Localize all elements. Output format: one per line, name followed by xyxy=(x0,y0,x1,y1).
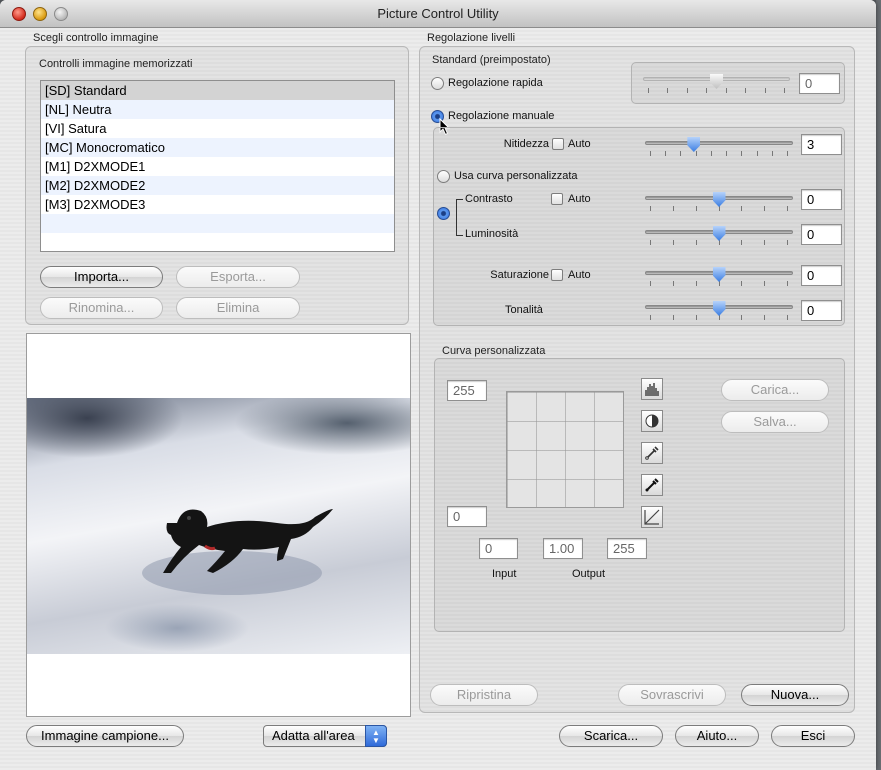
bracket-top xyxy=(456,199,463,200)
list-item[interactable]: [M3] D2XMODE3 xyxy=(41,195,394,214)
sharpness-value[interactable]: 3 xyxy=(801,134,842,155)
use-custom-curve-label: Usa curva personalizzata xyxy=(454,170,578,182)
white-eyedropper-icon[interactable] xyxy=(641,442,663,464)
save-curve-button[interactable]: Salva... xyxy=(721,411,829,433)
title-bar[interactable]: Picture Control Utility xyxy=(0,0,876,28)
load-curve-button[interactable]: Carica... xyxy=(721,379,829,401)
sharpness-label: Nitidezza xyxy=(503,138,549,150)
saturation-label: Saturazione xyxy=(490,269,549,281)
help-button[interactable]: Aiuto... xyxy=(675,725,759,747)
gamma-value[interactable]: 1.00 xyxy=(543,538,583,559)
download-button[interactable]: Scarica... xyxy=(559,725,663,747)
list-item xyxy=(41,233,394,251)
contrast-label: Contrasto xyxy=(465,193,513,205)
delete-button[interactable]: Elimina xyxy=(176,297,300,319)
saturation-auto-checkbox[interactable] xyxy=(551,269,563,281)
quick-adjust-box: 0 xyxy=(631,62,845,104)
import-button[interactable]: Importa... xyxy=(40,266,163,288)
new-button[interactable]: Nuova... xyxy=(741,684,849,706)
stored-controls-title: Controlli immagine memorizzati xyxy=(39,58,193,70)
black-eyedropper-icon[interactable] xyxy=(641,474,663,496)
dog-in-snow-image xyxy=(142,509,333,595)
manual-adjust-label: Regolazione manuale xyxy=(448,110,555,122)
preset-subtitle: Standard (preimpostato) xyxy=(432,54,551,66)
contrast-toggle-icon[interactable] xyxy=(641,410,663,432)
select-arrows-icon: ▲ ▼ xyxy=(365,725,387,747)
rename-button[interactable]: Rinomina... xyxy=(40,297,163,319)
input-black-point[interactable]: 0 xyxy=(479,538,518,559)
exit-button[interactable]: Esci xyxy=(771,725,855,747)
contrast-value[interactable]: 0 xyxy=(801,189,842,210)
sharpness-slider[interactable] xyxy=(645,141,793,145)
linear-curve-icon[interactable] xyxy=(641,506,663,528)
sharpness-auto-checkbox[interactable] xyxy=(552,138,564,150)
background-desktop xyxy=(876,0,881,770)
list-item[interactable]: [SD] Standard xyxy=(41,81,394,100)
export-button[interactable]: Esporta... xyxy=(176,266,300,288)
sample-image-preview xyxy=(26,333,411,717)
histogram-icon[interactable] xyxy=(641,378,663,400)
left-section-title: Scegli controllo immagine xyxy=(33,32,159,44)
list-item[interactable]: [M2] D2XMODE2 xyxy=(41,176,394,195)
sample-image-button[interactable]: Immagine campione... xyxy=(26,725,184,747)
custom-curve-title: Curva personalizzata xyxy=(442,345,546,357)
stored-controls-list[interactable]: [SD] Standard [NL] Neutra [VI] Satura [MC] … xyxy=(40,80,395,252)
list-item[interactable]: [VI] Satura xyxy=(41,119,394,138)
contrast-auto-label: Auto xyxy=(568,193,591,205)
quick-adjust-label: Regolazione rapida xyxy=(448,77,543,89)
overwrite-button[interactable]: Sovrascrivi xyxy=(618,684,726,706)
fit-option-value: Adatta all'area xyxy=(272,728,355,743)
brightness-value[interactable]: 0 xyxy=(801,224,842,245)
quick-adjust-value[interactable]: 0 xyxy=(799,73,840,94)
quick-adjust-thumb[interactable] xyxy=(710,74,723,89)
window-title: Picture Control Utility xyxy=(377,6,499,21)
picture-control-window: Picture Control Utility Scegli controllo… xyxy=(0,0,876,770)
brightness-label: Luminosità xyxy=(465,228,519,240)
curve-output-max[interactable]: 255 xyxy=(447,380,487,401)
curve-graph[interactable] xyxy=(506,391,624,508)
output-label: Output xyxy=(572,568,606,580)
hue-value[interactable]: 0 xyxy=(801,300,842,321)
sharpness-ticks xyxy=(650,151,788,157)
input-white-point[interactable]: 255 xyxy=(607,538,647,559)
right-section-title: Regolazione livelli xyxy=(427,32,516,44)
input-label: Input xyxy=(492,568,517,580)
fit-option-select[interactable]: Adatta all'area ▲ ▼ xyxy=(263,725,387,747)
bracket-line xyxy=(456,199,457,235)
sharpness-auto-label: Auto xyxy=(568,138,591,150)
curve-output-min[interactable]: 0 xyxy=(447,506,487,527)
bracket-bottom xyxy=(456,235,463,236)
list-item[interactable]: [M1] D2XMODE1 xyxy=(41,157,394,176)
list-item[interactable]: [MC] Monocromatico xyxy=(41,138,394,157)
list-item xyxy=(41,214,394,233)
use-custom-curve-radio[interactable] xyxy=(437,170,450,183)
contrast-brightness-radio[interactable] xyxy=(437,207,450,220)
quick-adjust-radio[interactable] xyxy=(431,77,444,90)
list-item[interactable]: [NL] Neutra xyxy=(41,100,394,119)
reset-button[interactable]: Ripristina xyxy=(430,684,538,706)
sample-photo xyxy=(27,398,410,654)
choose-control-group: Controlli immagine memorizzati [SD] Stan… xyxy=(25,46,409,325)
saturation-auto-label: Auto xyxy=(568,269,591,281)
saturation-value[interactable]: 0 xyxy=(801,265,842,286)
contrast-auto-checkbox[interactable] xyxy=(551,193,563,205)
hue-label: Tonalità xyxy=(505,304,543,316)
